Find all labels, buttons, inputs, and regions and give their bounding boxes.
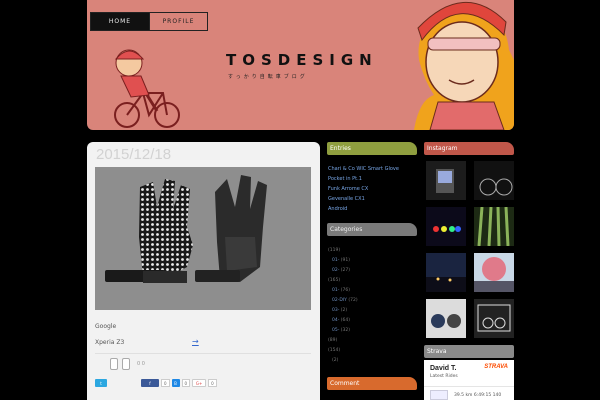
strava-logo[interactable]: STRAVA (484, 364, 508, 370)
entry-link[interactable]: Pocket in Pt.1 (328, 174, 399, 184)
category-item[interactable]: (165) (328, 276, 358, 286)
entry-link[interactable]: Android (328, 204, 399, 214)
instagram-thumb[interactable] (474, 161, 514, 200)
like-counts: 0 0 (137, 361, 145, 367)
site-subtitle: すっかり自転車ブログ (228, 74, 308, 80)
instagram-heading: Instagram (424, 142, 514, 155)
like-button[interactable] (110, 358, 118, 370)
instagram-grid (426, 161, 514, 338)
nav-home[interactable]: HOME (91, 13, 149, 30)
comment-heading: Comment (327, 377, 417, 390)
site-title[interactable]: TOSDESIGN (226, 51, 378, 69)
strava-route-map[interactable] (430, 390, 448, 400)
instagram-thumb[interactable] (426, 207, 466, 246)
post-photo-gloves[interactable] (95, 167, 311, 310)
entries-heading: Entries (327, 142, 417, 155)
site-header: HOME PROFILE TOSDESIGN すっかり自転車ブログ (87, 0, 514, 130)
category-label[interactable]: 03- (332, 308, 339, 313)
category-item[interactable]: 03- (2) (328, 306, 358, 316)
read-more-link[interactable]: → (192, 337, 199, 346)
category-item[interactable]: (154) (328, 346, 358, 356)
category-item[interactable]: 04- (64) (328, 316, 358, 326)
strava-widget[interactable]: David T. Latest Rides STRAVA 39.5 km 6:4… (424, 360, 514, 400)
category-label[interactable]: 04- (332, 318, 339, 323)
entry-link[interactable]: Chari & Co WIC Smart Glove (328, 164, 399, 174)
strava-divider (424, 386, 514, 387)
twitter-share-icon[interactable]: t (95, 379, 107, 387)
category-label[interactable]: 02- (332, 268, 339, 273)
category-label[interactable]: 01- (332, 258, 339, 263)
category-count: (64) (340, 318, 351, 323)
instagram-thumb[interactable] (474, 299, 514, 338)
blog-post: 2015/12/18 Google Xperia Z3 → 0 0 t f 0 … (87, 142, 320, 400)
category-count: (154) (328, 348, 341, 353)
category-count: (27) (340, 268, 351, 273)
category-count: (76) (340, 288, 351, 293)
entry-link[interactable]: Funk Arrome CX (328, 184, 399, 194)
hatena-bookmark-icon[interactable]: B (171, 379, 180, 387)
girl-illustration (414, 1, 514, 130)
facebook-count: 0 (161, 379, 170, 387)
category-count: (72) (348, 298, 358, 303)
instagram-thumb[interactable] (474, 207, 514, 246)
post-date: 2015/12/18 (96, 146, 172, 163)
entry-link[interactable]: Gevenalle CX1 (328, 194, 399, 204)
category-count: (89) (328, 338, 338, 343)
strava-ride-stats: 39.5 km 6:49:15 140 (454, 393, 502, 398)
category-count: (165) (328, 278, 341, 283)
post-text-line2: Xperia Z3 (95, 339, 125, 346)
category-label[interactable]: 01- (332, 288, 339, 293)
category-count: (119) (328, 248, 341, 253)
category-item[interactable]: 02-DIY (72) (328, 296, 358, 306)
category-count: (32) (340, 328, 351, 333)
instagram-thumb[interactable] (474, 253, 514, 292)
google-plus-icon[interactable]: G+ (192, 379, 207, 387)
category-label[interactable]: 02-DIY (332, 298, 347, 303)
instagram-thumb[interactable] (426, 253, 466, 292)
fav-button[interactable] (122, 358, 130, 370)
category-item[interactable]: (89) (328, 336, 358, 346)
categories-heading: Categories (327, 223, 417, 236)
nav-profile[interactable]: PROFILE (149, 13, 207, 30)
cyclist-illustration (114, 49, 180, 128)
instagram-thumb[interactable] (426, 299, 466, 338)
category-label[interactable]: 05- (332, 328, 339, 333)
category-count: (2) (340, 308, 348, 313)
category-item[interactable]: 02- (27) (328, 266, 358, 276)
category-count: (91) (340, 258, 351, 263)
strava-athlete-name[interactable]: David T. (430, 365, 456, 372)
categories-list: (119) 01- (91) 02- (27) (165) 01- (76) 02-DI… (328, 246, 358, 366)
category-item[interactable]: (2) (328, 356, 358, 366)
post-divider (95, 353, 311, 354)
category-item[interactable]: (119) (328, 246, 358, 256)
google-plus-count: 0 (208, 379, 217, 387)
hatena-count: 0 (181, 379, 191, 387)
entries-list: Chari & Co WIC Smart Glove Pocket in Pt.… (328, 164, 399, 214)
strava-heading: Strava (424, 345, 514, 358)
post-text-line1: Google (95, 323, 117, 330)
strava-latest-rides: Latest Rides (430, 374, 458, 379)
category-item[interactable]: 05- (32) (328, 326, 358, 336)
instagram-thumb[interactable] (426, 161, 466, 200)
category-item[interactable]: 01- (76) (328, 286, 358, 296)
category-item[interactable]: 01- (91) (328, 256, 358, 266)
facebook-share-icon[interactable]: f (141, 379, 159, 387)
main-nav: HOME PROFILE (90, 12, 208, 31)
share-row: t f 0 B 0 G+ 0 (95, 379, 217, 387)
category-count: (2) (332, 358, 339, 363)
